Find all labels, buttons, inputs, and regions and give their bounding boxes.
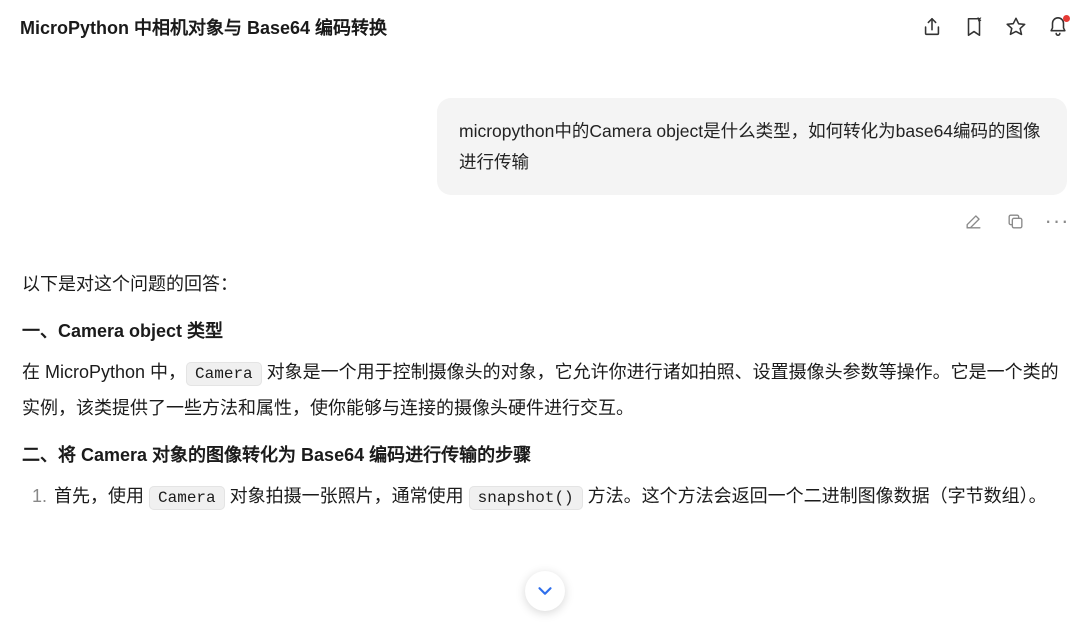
star-icon[interactable] <box>1005 16 1027 38</box>
assistant-answer: 以下是对这个问题的回答： 一、Camera object 类型 在 MicroP… <box>22 267 1067 514</box>
answer-steps-list: 首先，使用 Camera 对象拍摄一张照片，通常使用 snapshot() 方法… <box>22 479 1067 514</box>
code-inline: snapshot() <box>469 486 583 510</box>
message-actions: ··· <box>22 211 1067 231</box>
edit-icon[interactable] <box>963 211 983 231</box>
code-inline: Camera <box>186 362 262 386</box>
list-item: 首先，使用 Camera 对象拍摄一张照片，通常使用 snapshot() 方法… <box>52 479 1067 514</box>
user-message-bubble: micropython中的Camera object是什么类型，如何转化为bas… <box>437 98 1067 195</box>
scroll-down-button[interactable] <box>525 571 565 611</box>
answer-heading-2: 二、将 Camera 对象的图像转化为 Base64 编码进行传输的步骤 <box>22 438 1067 473</box>
header: MicroPython 中相机对象与 Base64 编码转换 <box>0 0 1089 54</box>
answer-intro: 以下是对这个问题的回答： <box>22 267 1067 302</box>
bookmark-icon[interactable] <box>963 16 985 38</box>
code-inline: Camera <box>149 486 225 510</box>
header-actions <box>921 16 1069 38</box>
answer-heading-1: 一、Camera object 类型 <box>22 314 1067 349</box>
answer-paragraph-1: 在 MicroPython 中，Camera 对象是一个用于控制摄像头的对象，它… <box>22 355 1067 425</box>
bell-icon[interactable] <box>1047 16 1069 38</box>
user-message-row: micropython中的Camera object是什么类型，如何转化为bas… <box>22 98 1067 195</box>
share-icon[interactable] <box>921 16 943 38</box>
content: micropython中的Camera object是什么类型，如何转化为bas… <box>0 98 1089 514</box>
more-icon[interactable]: ··· <box>1047 211 1067 231</box>
notification-dot <box>1063 15 1070 22</box>
page-title: MicroPython 中相机对象与 Base64 编码转换 <box>20 14 387 40</box>
copy-icon[interactable] <box>1005 211 1025 231</box>
